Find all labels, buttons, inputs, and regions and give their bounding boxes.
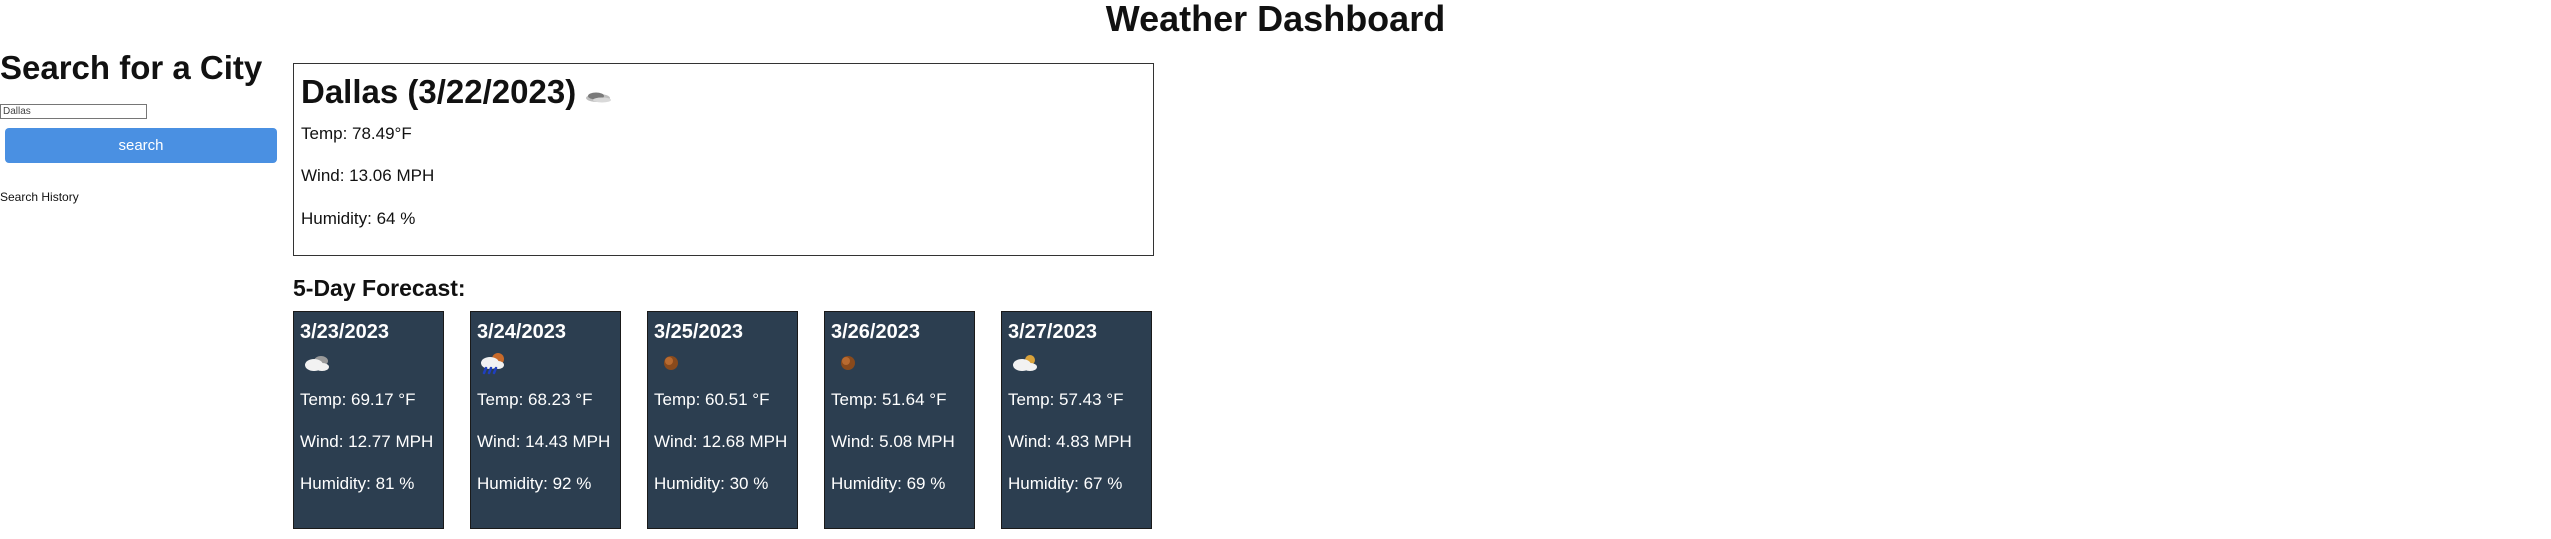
forecast-card: 3/27/2023 Temp: 57.43 °F Wind: 4.83 MPH … xyxy=(1001,311,1152,529)
forecast-temp: Temp: 69.17 °F xyxy=(300,390,416,409)
search-history-label: Search History xyxy=(0,190,79,204)
current-city-date: Dallas (3/22/2023) xyxy=(301,73,577,110)
forecast-card: 3/26/2023 Temp: 51.64 °F Wind: 5.08 MPH … xyxy=(824,311,975,529)
search-heading: Search for a City xyxy=(0,49,263,86)
forecast-card: 3/24/2023 Temp: 68.23 °F Wind: 14.43 MPH… xyxy=(470,311,621,529)
current-humidity: Humidity: 64 % xyxy=(301,209,416,228)
forecast-date: 3/23/2023 xyxy=(300,321,389,343)
broken-clouds-icon xyxy=(300,350,334,376)
current-temp: Temp: 78.49°F xyxy=(301,124,412,143)
clear-night-icon xyxy=(654,350,688,376)
forecast-humidity: Humidity: 92 % xyxy=(477,474,592,493)
rain-icon xyxy=(477,350,511,376)
clear-night-icon xyxy=(831,350,865,376)
search-sidebar: Search for a City search Search History xyxy=(0,48,280,204)
forecast-date: 3/24/2023 xyxy=(477,321,566,343)
forecast-temp: Temp: 51.64 °F xyxy=(831,390,947,409)
current-weather-title: Dallas (3/22/2023) xyxy=(301,72,1146,112)
search-button[interactable]: search xyxy=(5,128,277,163)
forecast-temp: Temp: 68.23 °F xyxy=(477,390,593,409)
forecast-wind: Wind: 12.68 MPH xyxy=(654,432,788,451)
forecast-card: 3/23/2023 Temp: 69.17 °F Wind: 12.77 MPH… xyxy=(293,311,444,529)
forecast-humidity: Humidity: 81 % xyxy=(300,474,415,493)
forecast-date: 3/25/2023 xyxy=(654,321,743,343)
forecast-wind: Wind: 12.77 MPH xyxy=(300,432,434,451)
forecast-temp: Temp: 57.43 °F xyxy=(1008,390,1124,409)
forecast-humidity: Humidity: 69 % xyxy=(831,474,946,493)
forecast-wind: Wind: 14.43 MPH xyxy=(477,432,611,451)
page-title: Weather Dashboard xyxy=(1105,0,1446,39)
forecast-date: 3/26/2023 xyxy=(831,321,920,343)
forecast-wind: Wind: 4.83 MPH xyxy=(1008,432,1132,451)
city-search-input[interactable] xyxy=(0,104,147,119)
forecast-wind: Wind: 5.08 MPH xyxy=(831,432,955,451)
few-clouds-icon xyxy=(1008,350,1042,376)
forecast-humidity: Humidity: 67 % xyxy=(1008,474,1123,493)
forecast-temp: Temp: 60.51 °F xyxy=(654,390,770,409)
forecast-heading: 5-Day Forecast: xyxy=(293,275,466,301)
current-weather-card: Dallas (3/22/2023) Temp: 78.49°F Wind: 1… xyxy=(293,63,1154,256)
forecast-date: 3/27/2023 xyxy=(1008,321,1097,343)
forecast-humidity: Humidity: 30 % xyxy=(654,474,769,493)
current-wind: Wind: 13.06 MPH xyxy=(301,166,435,185)
few-clouds-night-icon xyxy=(582,79,616,105)
forecast-card: 3/25/2023 Temp: 60.51 °F Wind: 12.68 MPH… xyxy=(647,311,798,529)
